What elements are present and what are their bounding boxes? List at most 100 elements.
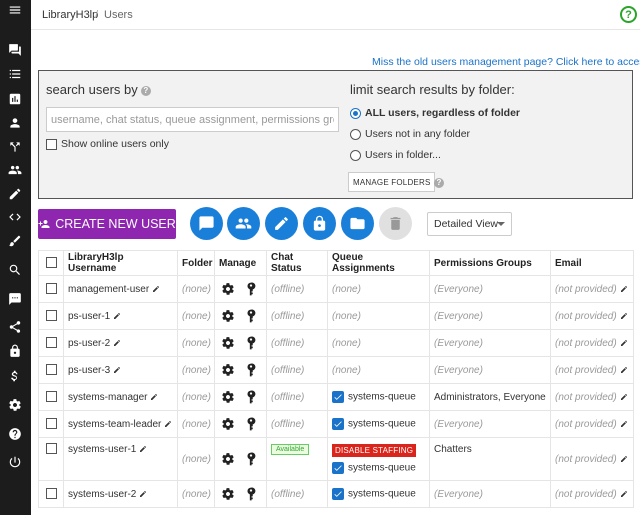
edit-email-icon[interactable] [620,366,628,374]
edit-username-icon[interactable] [113,366,121,374]
key-icon[interactable] [244,390,258,404]
user-icon[interactable] [4,113,26,133]
edit-email-icon[interactable] [620,490,628,498]
edit-email-icon[interactable] [620,393,628,401]
radio-all-users-button[interactable] [350,107,361,119]
gear-icon[interactable] [221,487,235,501]
username[interactable]: ps-user-3 [68,365,110,376]
row-checkbox[interactable] [45,337,57,349]
manage-folders-help-icon[interactable]: ? [434,178,444,188]
row-checkbox[interactable] [45,391,57,403]
row-checkbox[interactable] [45,488,57,500]
gear-icon[interactable] [221,282,235,296]
radio-no-folder-button[interactable] [350,128,361,140]
key-icon[interactable] [244,282,258,296]
search-help-icon[interactable]: ? [140,85,151,96]
view-select[interactable]: Detailed View [427,212,512,236]
list-icon[interactable] [4,64,26,84]
menu-icon[interactable] [4,0,26,20]
key-icon[interactable] [244,336,258,350]
search-icon[interactable] [4,260,26,280]
col-header-permissions[interactable]: Permissions Groups [429,250,551,276]
code-icon[interactable] [4,207,26,227]
key-icon[interactable] [244,309,258,323]
row-checkbox[interactable] [45,443,57,454]
key-icon[interactable] [244,487,258,501]
col-header-email[interactable]: Email [550,250,634,276]
create-new-user-button[interactable]: CREATE NEW USER [38,209,176,239]
bulk-chat-button[interactable] [190,207,223,240]
chat-bubbles-icon[interactable] [4,40,26,60]
key-icon[interactable] [244,363,258,377]
bulk-edit-button[interactable] [265,207,298,240]
edit-username-icon[interactable] [113,339,121,347]
gear-icon[interactable] [221,417,235,431]
col-header-queues[interactable]: Queue Assignments [327,250,430,276]
power-icon[interactable] [4,452,26,472]
username[interactable]: ps-user-1 [68,311,110,322]
key-icon[interactable] [244,417,258,431]
radio-no-folder[interactable]: Users not in any folder [350,128,470,140]
gear-icon[interactable] [221,452,235,466]
edit-email-icon[interactable] [620,312,628,320]
edit-username-icon[interactable] [113,312,121,320]
search-input[interactable] [46,107,339,132]
manage-folders-button[interactable]: MANAGE FOLDERS [348,172,436,192]
row-checkbox[interactable] [45,283,57,295]
share-icon[interactable] [4,317,26,337]
radio-all-users[interactable]: ALL users, regardless of folder [350,107,520,119]
username[interactable]: systems-user-2 [68,489,136,500]
radio-in-folder[interactable]: Users in folder... [350,149,441,161]
message-icon[interactable] [4,289,26,309]
help-circle-icon[interactable] [4,424,26,444]
dollar-icon[interactable] [4,366,26,386]
edit-username-icon[interactable] [150,393,158,401]
brush-icon[interactable] [4,231,26,251]
edit-email-icon[interactable] [620,420,628,428]
pencil-icon[interactable] [4,184,26,204]
bulk-groups-button[interactable] [227,207,260,240]
disable-staffing-button[interactable]: DISABLE STAFFING [332,444,417,457]
bulk-delete-button[interactable] [379,207,412,240]
username[interactable]: management-user [68,284,149,295]
online-only-option[interactable]: Show online users only [46,138,169,150]
edit-username-icon[interactable] [139,490,147,498]
queue-checkbox[interactable] [332,488,344,500]
bulk-folder-button[interactable] [341,207,374,240]
col-header-username[interactable]: LibraryH3lp Username [63,250,178,276]
edit-email-icon[interactable] [620,285,628,293]
row-checkbox[interactable] [45,418,57,430]
queue-checkbox[interactable] [332,391,344,403]
username[interactable]: systems-manager [68,392,147,403]
lock-icon[interactable] [4,341,26,361]
radio-in-folder-button[interactable] [350,149,361,161]
queue-checkbox[interactable] [332,462,344,474]
gear-icon[interactable] [221,336,235,350]
queue-checkbox[interactable] [332,418,344,430]
help-icon[interactable]: ? [620,6,637,23]
old-users-page-link[interactable]: Miss the old users management page? Clic… [372,56,640,68]
routing-icon[interactable] [4,137,26,157]
gear-icon[interactable] [221,390,235,404]
select-all-checkbox[interactable] [45,257,57,269]
gear-icon[interactable] [221,309,235,323]
username[interactable]: ps-user-2 [68,338,110,349]
username[interactable]: systems-team-leader [68,419,161,430]
edit-email-icon[interactable] [620,455,628,463]
edit-username-icon[interactable] [164,420,172,428]
bulk-permissions-button[interactable] [303,207,336,240]
group-icon[interactable] [4,160,26,180]
online-only-checkbox[interactable] [46,138,57,150]
row-checkbox[interactable] [45,364,57,376]
gear-icon[interactable] [4,395,26,415]
reports-icon[interactable] [4,89,26,109]
edit-username-icon[interactable] [152,285,160,293]
gear-icon[interactable] [221,363,235,377]
username[interactable]: systems-user-1 [68,444,136,455]
row-checkbox[interactable] [45,310,57,322]
col-header-chat-status[interactable]: Chat Status [266,250,328,276]
breadcrumb-root[interactable]: LibraryH3lp [42,9,98,21]
key-icon[interactable] [244,452,258,466]
edit-username-icon[interactable] [139,445,147,453]
edit-email-icon[interactable] [620,339,628,347]
